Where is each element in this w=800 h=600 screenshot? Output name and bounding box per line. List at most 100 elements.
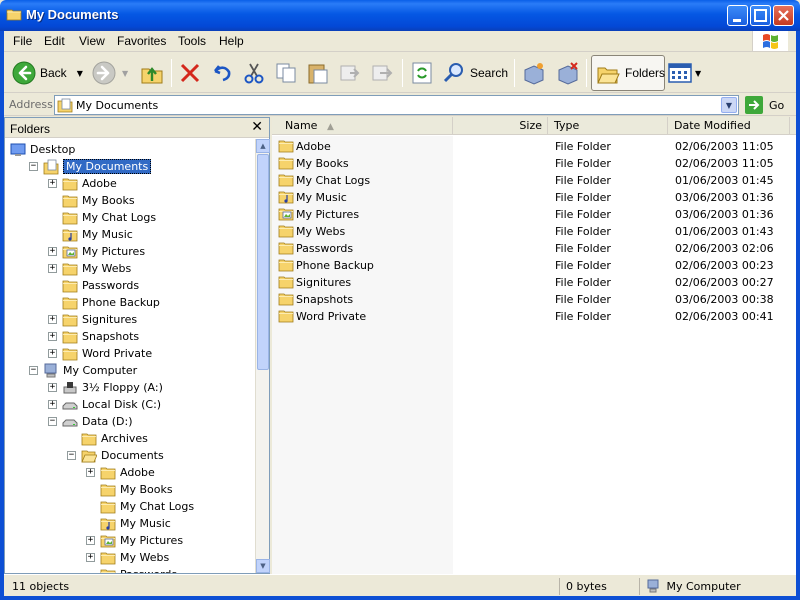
tree-item[interactable]: My Books — [86, 481, 173, 498]
refresh-button[interactable] — [410, 57, 434, 89]
tree-item[interactable]: − Documents — [67, 447, 164, 464]
table-row[interactable]: My Pictures File Folder 03/06/2003 01:36 — [272, 206, 796, 223]
tree-item[interactable]: My Chat Logs — [48, 209, 156, 226]
folders-scrollbar[interactable]: ▲ ▼ — [255, 139, 270, 573]
expand-plus-icon[interactable]: + — [48, 400, 57, 409]
menu-file[interactable]: File — [13, 34, 32, 48]
move-to-button[interactable] — [370, 57, 394, 89]
tree-item[interactable]: Archives — [67, 430, 148, 447]
table-row[interactable]: My Music File Folder 03/06/2003 01:36 — [272, 189, 796, 206]
tree-item[interactable]: + Adobe — [86, 464, 155, 481]
close-window-button[interactable] — [773, 5, 794, 26]
tree-item[interactable]: +3½ Floppy (A:) — [48, 379, 163, 396]
menu-view[interactable]: View — [79, 34, 105, 48]
expand-plus-icon[interactable]: + — [48, 315, 57, 324]
tree-item[interactable]: My Music — [48, 226, 133, 243]
tree-item[interactable]: + Local Disk (C:) — [48, 396, 161, 413]
maximize-button[interactable] — [750, 5, 771, 26]
back-dropdown-icon[interactable]: ▼ — [77, 69, 83, 78]
tree-item[interactable]: + My Webs — [48, 260, 131, 277]
tree-item[interactable]: − My Computer — [29, 362, 137, 379]
tree-item[interactable]: + My Pictures — [86, 532, 183, 549]
menu-help[interactable]: Help — [219, 34, 244, 48]
tree-item[interactable]: Phone Backup — [48, 294, 160, 311]
expand-plus-icon[interactable]: + — [86, 536, 95, 545]
table-row[interactable]: Word Private File Folder 02/06/2003 00:41 — [272, 308, 796, 325]
back-button[interactable]: Back ▼ — [12, 57, 83, 89]
table-row[interactable]: My Chat Logs File Folder 01/06/2003 01:45 — [272, 172, 796, 189]
expand-plus-icon[interactable]: + — [48, 349, 57, 358]
copy-to-button[interactable] — [338, 57, 362, 89]
cut-button[interactable] — [242, 57, 266, 89]
column-name[interactable]: Name ▲ — [272, 117, 453, 135]
views-button[interactable]: ▼ — [668, 57, 701, 89]
table-row[interactable]: Passwords File Folder 02/06/2003 02:06 — [272, 240, 796, 257]
tree-item[interactable]: − My Documents — [29, 158, 152, 175]
delete-folder-button[interactable] — [556, 57, 580, 89]
tree-item[interactable]: + Snapshots — [48, 328, 139, 345]
folder-icon — [278, 276, 294, 289]
tree-item[interactable]: + Adobe — [48, 175, 117, 192]
scroll-thumb[interactable] — [257, 154, 269, 370]
menu-favorites[interactable]: Favorites — [117, 34, 166, 48]
expand-plus-icon[interactable]: + — [48, 383, 57, 392]
expand-plus-icon[interactable]: + — [86, 468, 95, 477]
tree-item[interactable]: − Data (D:) — [48, 413, 133, 430]
column-date-modified[interactable]: Date Modified — [668, 117, 790, 135]
collapse-minus-icon[interactable]: − — [67, 451, 76, 460]
column-size[interactable]: Size — [453, 117, 548, 135]
collapse-minus-icon[interactable]: − — [48, 417, 57, 426]
delete-button[interactable] — [178, 57, 202, 89]
undo-button[interactable] — [210, 57, 234, 89]
address-dropdown-button[interactable]: ▼ — [721, 97, 737, 113]
column-type[interactable]: Type — [548, 117, 668, 135]
tree-item[interactable]: + Word Private — [48, 345, 152, 362]
expand-plus-icon[interactable]: + — [86, 553, 95, 562]
expand-plus-icon[interactable]: + — [48, 179, 57, 188]
minimize-icon — [733, 19, 741, 22]
floppy-drive-icon — [63, 381, 77, 393]
menu-edit[interactable]: Edit — [44, 34, 65, 48]
tree-item[interactable]: My Chat Logs — [86, 498, 194, 515]
minimize-button[interactable] — [727, 5, 748, 26]
table-row[interactable]: My Webs File Folder 01/06/2003 01:43 — [272, 223, 796, 240]
up-folder-button[interactable] — [140, 57, 164, 89]
address-bar: Address My Documents ▼ Go — [4, 94, 796, 116]
expand-plus-icon[interactable]: + — [48, 264, 57, 273]
tree-item[interactable]: My Music — [86, 515, 171, 532]
paste-button[interactable] — [306, 57, 330, 89]
tree-item[interactable]: My Books — [48, 192, 135, 209]
scroll-up-icon[interactable]: ▲ — [256, 139, 270, 153]
table-row[interactable]: Phone Backup File Folder 02/06/2003 00:23 — [272, 257, 796, 274]
table-row[interactable]: Adobe File Folder 02/06/2003 11:05 — [272, 138, 796, 155]
tree-item[interactable]: + My Webs — [86, 549, 169, 566]
tree-item[interactable]: Desktop — [10, 141, 75, 158]
tree-item[interactable]: Passwords — [48, 277, 139, 294]
close-pane-icon[interactable]: ✕ — [251, 119, 263, 135]
title-bar[interactable]: My Documents — [0, 0, 800, 31]
scroll-down-icon[interactable]: ▼ — [256, 559, 270, 573]
file-name: Snapshots — [296, 293, 354, 306]
tree-item[interactable]: Passwords — [86, 566, 177, 573]
forward-button[interactable]: ▼ — [92, 57, 128, 89]
tree-item[interactable]: + Signitures — [48, 311, 137, 328]
collapse-minus-icon[interactable]: − — [29, 162, 38, 171]
copy-button[interactable] — [274, 57, 298, 89]
table-row[interactable]: Snapshots File Folder 03/06/2003 00:38 — [272, 291, 796, 308]
expand-plus-icon[interactable]: + — [48, 332, 57, 341]
forward-dropdown-icon[interactable]: ▼ — [122, 69, 128, 78]
folders-toggle-button[interactable]: Folders — [591, 55, 665, 91]
tree-item[interactable]: + My Pictures — [48, 243, 145, 260]
table-row[interactable]: Signitures File Folder 02/06/2003 00:27 — [272, 274, 796, 291]
expand-plus-icon[interactable]: + — [48, 247, 57, 256]
table-row[interactable]: My Books File Folder 02/06/2003 11:05 — [272, 155, 796, 172]
menu-tools[interactable]: Tools — [178, 34, 206, 48]
go-button[interactable]: Go — [745, 96, 791, 114]
search-button[interactable]: Search — [442, 57, 508, 89]
folder-icon — [62, 178, 78, 190]
new-folder-button[interactable] — [522, 57, 546, 89]
maximize-icon — [754, 9, 767, 22]
collapse-minus-icon[interactable]: − — [29, 366, 38, 375]
address-input[interactable]: My Documents ▼ — [54, 95, 739, 115]
views-dropdown-icon[interactable]: ▼ — [695, 69, 701, 78]
